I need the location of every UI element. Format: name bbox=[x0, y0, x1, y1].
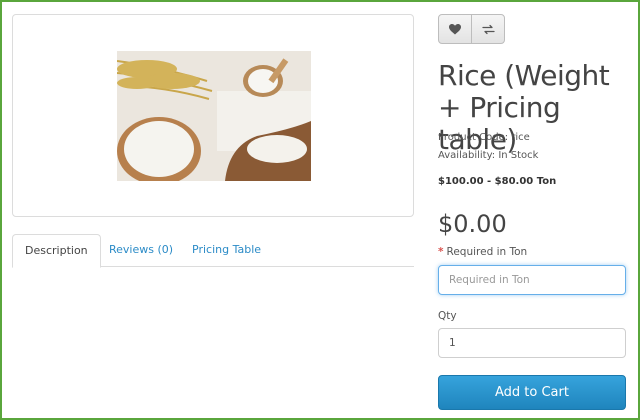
product-action-buttons bbox=[438, 14, 506, 44]
weight-field-label: * Required in Ton bbox=[438, 246, 527, 258]
exchange-icon bbox=[481, 24, 495, 34]
product-image[interactable] bbox=[117, 51, 311, 181]
product-image-box[interactable] bbox=[12, 14, 414, 217]
product-price: $0.00 bbox=[438, 210, 507, 238]
product-code: Product Code: rice bbox=[438, 132, 530, 143]
compare-button[interactable] bbox=[471, 14, 505, 44]
add-to-cart-button[interactable]: Add to Cart bbox=[438, 375, 626, 410]
weight-input[interactable] bbox=[438, 265, 626, 295]
tab-description[interactable]: Description bbox=[12, 234, 101, 268]
required-asterisk: * bbox=[438, 246, 444, 258]
wishlist-button[interactable] bbox=[438, 14, 472, 44]
rice-photo-illustration bbox=[117, 51, 311, 181]
price-range: $100.00 - $80.00 Ton bbox=[438, 176, 557, 187]
qty-label: Qty bbox=[438, 310, 457, 322]
tab-pricing-table[interactable]: Pricing Table bbox=[180, 234, 273, 267]
product-availability: Availability: In Stock bbox=[438, 150, 539, 161]
tab-reviews[interactable]: Reviews (0) bbox=[97, 234, 185, 267]
product-tabs: Description Reviews (0) Pricing Table bbox=[12, 234, 414, 268]
weight-field-label-text: Required in Ton bbox=[446, 246, 528, 258]
heart-icon bbox=[449, 23, 461, 34]
qty-input[interactable] bbox=[438, 328, 626, 358]
